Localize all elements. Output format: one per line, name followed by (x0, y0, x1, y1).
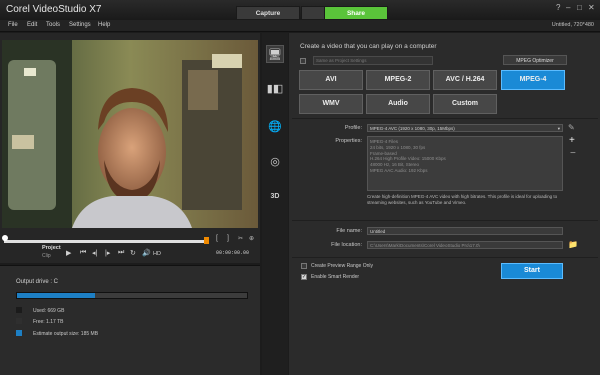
disc-icon[interactable]: ◎ (266, 153, 284, 171)
menu-bar: File Edit Tools Settings Help Untitled, … (0, 20, 600, 32)
scrub-end-marker[interactable] (204, 237, 209, 244)
web-globe-icon[interactable]: 🌐 (266, 118, 284, 136)
properties-box: MPEG-4 Files 24 bits, 1920 x 1080, 30 fp… (367, 136, 563, 191)
play-icon[interactable]: ▶ (66, 249, 71, 257)
project-mode-label[interactable]: Project (42, 245, 61, 251)
chevron-down-icon: ▾ (557, 126, 560, 131)
file-location-input[interactable]: C:\Users\Mark\Documents\Corel VideoStudi… (367, 241, 563, 249)
prev-frame-icon[interactable]: ◂| (92, 249, 97, 257)
close-icon[interactable]: ✕ (588, 3, 595, 12)
scrub-handle[interactable] (2, 235, 8, 241)
divider (292, 220, 598, 221)
legend-estimate: Estimate output size: 185 MB (33, 331, 99, 337)
mark-in-icon[interactable]: [ (216, 235, 218, 242)
same-as-project-select[interactable]: Same as Project Settings (313, 56, 433, 65)
scrub-track[interactable] (4, 240, 204, 243)
profile-label: Profile: (344, 125, 362, 131)
next-frame-icon[interactable]: |▸ (105, 249, 110, 257)
minimize-icon[interactable]: – (566, 3, 570, 12)
mark-out-icon[interactable]: ] (227, 235, 229, 242)
help-icon[interactable]: ? (556, 3, 560, 12)
legend-free: Free: 1.17 TB (33, 319, 64, 325)
file-name-label: File name: (336, 228, 362, 234)
enable-smart-render-label: Enable Smart Render (311, 274, 360, 280)
legend-used: Used: 669 GB (33, 308, 65, 314)
remove-profile-icon[interactable]: − (570, 148, 576, 159)
timecode[interactable]: 00:00:00.00 (216, 250, 249, 256)
file-name-input[interactable]: Untitled (367, 227, 563, 235)
profile-value: MPEG-4 AVC (1920 x 1080, 30p, 15Mbps) (370, 126, 455, 131)
format-avi[interactable]: AVI (299, 70, 363, 90)
app-title: Corel VideoStudio X7 (6, 4, 102, 15)
format-mpeg2[interactable]: MPEG-2 (366, 70, 430, 90)
repeat-icon[interactable]: ↻ (130, 249, 136, 257)
same-as-project-checkbox[interactable] (300, 58, 306, 64)
project-info: Untitled, 720*480 (551, 22, 594, 28)
go-start-icon[interactable]: ⏮ (80, 249, 86, 257)
file-location-label: File location: (331, 242, 362, 248)
format-audio[interactable]: Audio (366, 94, 430, 114)
legend-swatch-free (16, 318, 22, 324)
drive-used-fill (17, 293, 96, 298)
clip-mode-label[interactable]: Clip (42, 253, 51, 259)
hd-icon[interactable]: HD (153, 251, 161, 257)
format-custom[interactable]: Custom (433, 94, 497, 114)
cut-icon[interactable]: ✂ (238, 235, 243, 242)
divider (292, 118, 598, 119)
go-end-icon[interactable]: ⏭ (118, 249, 124, 257)
menu-tools[interactable]: Tools (46, 22, 60, 28)
tab-share[interactable]: Share (324, 6, 388, 20)
legend-swatch-estimate (16, 330, 22, 336)
folder-icon[interactable]: 📁 (568, 240, 578, 249)
output-drive-label: Output drive : C (16, 279, 59, 285)
menu-file[interactable]: File (8, 22, 18, 28)
maximize-icon[interactable]: □ (577, 3, 582, 12)
share-heading: Create a video that you can play on a co… (300, 43, 437, 50)
enlarge-icon[interactable]: ⊕ (249, 235, 254, 242)
start-button[interactable]: Start (501, 263, 563, 279)
add-profile-icon[interactable]: + (569, 135, 575, 146)
tab-capture[interactable]: Capture (236, 6, 300, 20)
drive-usage-bar (16, 292, 248, 299)
mpeg-optimizer-button[interactable]: MPEG Optimizer (503, 55, 567, 65)
profile-description: Create high-definition MPEG-4 AVC video … (367, 194, 558, 205)
create-preview-range-checkbox[interactable] (301, 263, 307, 269)
video-frame-image (2, 40, 258, 228)
video-preview (2, 40, 258, 228)
profile-select[interactable]: MPEG-4 AVC (1920 x 1080, 30p, 15Mbps) ▾ (367, 124, 563, 132)
format-avc-h264[interactable]: AVC / H.264 (433, 70, 497, 90)
property-line: MPEG AAC Audio: 192 Kbps (370, 167, 428, 173)
edit-pencil-icon[interactable]: ✎ (568, 123, 575, 132)
properties-label: Properties: (335, 138, 362, 144)
device-icon[interactable]: ▮◧ (266, 80, 284, 98)
format-wmv[interactable]: WMV (299, 94, 363, 114)
volume-icon[interactable]: 🔊 (142, 249, 151, 257)
enable-smart-render-checkbox[interactable]: ✓ (301, 274, 307, 280)
menu-edit[interactable]: Edit (27, 22, 37, 28)
menu-help[interactable]: Help (98, 22, 110, 28)
computer-icon[interactable]: 🖥 (266, 45, 284, 63)
menu-settings[interactable]: Settings (69, 22, 91, 28)
legend-swatch-used (16, 307, 22, 313)
format-mpeg4[interactable]: MPEG-4 (501, 70, 565, 90)
3d-icon[interactable]: 3D (266, 188, 284, 206)
same-as-project-label: Same as Project Settings (316, 58, 367, 63)
divider (292, 257, 598, 258)
create-preview-range-label: Create Preview Range Only (311, 263, 373, 269)
